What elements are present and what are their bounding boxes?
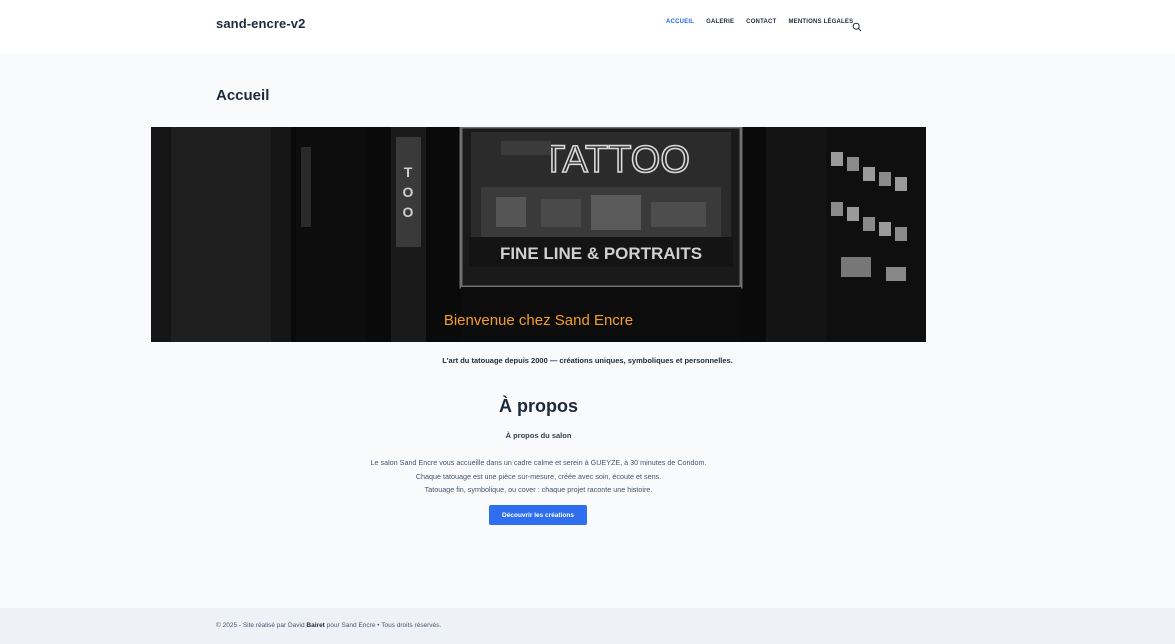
about-text: Le salon Sand Encre vous accueille dans … [0, 456, 1077, 497]
svg-text:O: O [403, 204, 414, 220]
svg-text:O: O [403, 184, 414, 200]
site-header: sand-encre-v2 ACCUEIL GALERIE CONTACT ME… [0, 0, 1175, 54]
tagline: L'art du tatouage depuis 2000 — création… [442, 356, 733, 365]
hero-sign-text: TATTOO [542, 139, 690, 181]
hero-image: T O O TATTOO FINE LINE & PORTRAITS [151, 127, 926, 342]
page-title: Accueil [216, 87, 270, 104]
svg-text:T: T [404, 164, 413, 180]
hero-banner: T O O TATTOO FINE LINE & PORTRAITS Bienv… [151, 127, 926, 342]
footer-author: Bairet [306, 622, 325, 629]
nav-item-mentions-legales[interactable]: MENTIONS LÉGALES [788, 19, 853, 25]
about-line: Tatouage fin, symbolique, ou cover : cha… [424, 485, 653, 494]
site-title[interactable]: sand-encre-v2 [216, 16, 305, 31]
main-nav: ACCUEIL GALERIE CONTACT MENTIONS LÉGALES [666, 19, 865, 25]
discover-creations-button[interactable]: Découvrir les créations [489, 505, 587, 525]
about-subtitle: À propos du salon [505, 431, 572, 440]
footer-prefix: © 2025 - Site réalisé par David [216, 622, 307, 629]
search-icon[interactable] [852, 19, 862, 32]
site-footer: © 2025 - Site réalisé par David Bairet p… [0, 608, 1175, 644]
nav-item-accueil[interactable]: ACCUEIL [666, 19, 694, 25]
nav-item-galerie[interactable]: GALERIE [706, 19, 734, 25]
footer-copyright: © 2025 - Site réalisé par David Bairet p… [216, 622, 441, 629]
nav-item-contact[interactable]: CONTACT [746, 19, 776, 25]
footer-suffix: pour Sand Encre • Tous droits réservés. [324, 622, 442, 629]
hero-window-text: FINE LINE & PORTRAITS [500, 244, 702, 263]
about-line: Le salon Sand Encre vous accueille dans … [370, 458, 707, 467]
about-line: Chaque tatouage est une pièce sur-mesure… [415, 471, 662, 481]
hero-caption: Bienvenue chez Sand Encre [443, 312, 634, 329]
about-title: À propos [499, 396, 578, 416]
